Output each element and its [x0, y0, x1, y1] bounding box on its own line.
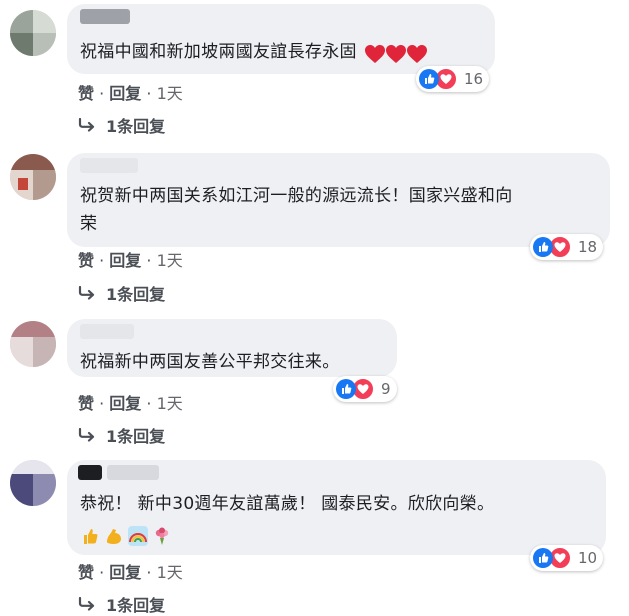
separator: · — [99, 394, 110, 413]
reply-button[interactable]: 回复 — [109, 563, 141, 582]
replies-label: 1条回复 — [106, 427, 166, 446]
reply-arrow-icon — [78, 428, 95, 442]
replies-label: 1条回复 — [106, 285, 166, 304]
separator: · — [146, 84, 157, 103]
like-button[interactable]: 赞 — [78, 394, 94, 413]
emoji-row — [80, 526, 172, 546]
reaction-count: 10 — [578, 549, 598, 567]
replies-label: 1条回复 — [106, 596, 166, 615]
red-heart-icon — [364, 44, 385, 63]
comment-actions: 赞 · 回复 · 1天 — [78, 247, 183, 271]
reaction-count: 16 — [464, 70, 484, 88]
view-replies-button[interactable]: 1条回复 — [78, 592, 165, 616]
separator: · — [99, 251, 110, 270]
comment-bubble: 祝福新中两国友善公平邦交往来。 — [67, 319, 397, 377]
commenter-name-redacted[interactable] — [80, 324, 134, 339]
avatar[interactable] — [10, 321, 56, 367]
reply-button[interactable]: 回复 — [109, 84, 141, 103]
separator: · — [99, 84, 110, 103]
like-button[interactable]: 赞 — [78, 84, 94, 103]
timestamp[interactable]: 1天 — [157, 563, 183, 582]
separator: · — [99, 563, 110, 582]
commenter-name-redacted[interactable] — [80, 158, 138, 173]
comment-bubble: 祝贺新中两国关系如江河一般的源远流长！国家兴盛和向 荣 — [67, 153, 610, 247]
reply-button[interactable]: 回复 — [109, 394, 141, 413]
like-reaction-icon — [533, 237, 553, 257]
comment-actions: 赞 · 回复 · 1天 — [78, 80, 183, 104]
commenter-name-redacted[interactable] — [80, 9, 130, 24]
like-button[interactable]: 赞 — [78, 251, 94, 270]
like-button[interactable]: 赞 — [78, 563, 94, 582]
timestamp[interactable]: 1天 — [157, 394, 183, 413]
flexed-biceps-emoji-icon — [107, 529, 121, 544]
avatar[interactable] — [10, 10, 56, 56]
reaction-count: 18 — [578, 238, 598, 256]
avatar[interactable] — [10, 154, 56, 200]
view-replies-button[interactable]: 1条回复 — [78, 423, 165, 447]
avatar[interactable] — [10, 460, 56, 506]
view-replies-button[interactable]: 1条回复 — [78, 281, 165, 305]
commenter-name-redacted[interactable] — [78, 465, 102, 480]
reaction-summary[interactable]: 18 — [530, 234, 604, 260]
bouquet-emoji-icon — [155, 527, 169, 545]
replies-label: 1条回复 — [106, 117, 166, 136]
comment-bubble: 祝福中國和新加坡兩國友誼長存永固 — [67, 4, 495, 74]
view-replies-button[interactable]: 1条回复 — [78, 113, 165, 137]
commenter-name-redacted-2[interactable] — [107, 465, 159, 480]
comment-bubble: 恭祝！ 新中30週年友誼萬歲！ 國泰民安。欣欣向榮。 — [67, 460, 606, 555]
rainbow-emoji-icon — [128, 526, 148, 546]
reaction-count: 9 — [381, 380, 391, 398]
reply-arrow-icon — [78, 286, 95, 300]
reaction-summary[interactable]: 10 — [530, 545, 604, 571]
comment-text-line-1: 祝贺新中两国关系如江河一般的源远流长！国家兴盛和向 — [80, 186, 513, 206]
separator: · — [146, 251, 157, 270]
reaction-summary[interactable]: 16 — [416, 66, 490, 92]
like-reaction-icon — [419, 69, 439, 89]
thumbs-up-emoji-icon — [84, 529, 98, 544]
red-heart-icon — [385, 44, 406, 63]
reply-arrow-icon — [78, 118, 95, 132]
reply-arrow-icon — [78, 597, 95, 611]
reply-button[interactable]: 回复 — [109, 251, 141, 270]
comment-text: 祝福新中两国友善公平邦交往来。 — [80, 352, 340, 372]
like-reaction-icon — [533, 548, 553, 568]
separator: · — [146, 563, 157, 582]
comment-text: 恭祝！ 新中30週年友誼萬歲！ 國泰民安。欣欣向榮。 — [80, 494, 495, 514]
comment-actions: 赞 · 回复 · 1天 — [78, 390, 183, 414]
reaction-summary[interactable]: 9 — [333, 376, 397, 402]
timestamp[interactable]: 1天 — [157, 84, 183, 103]
comment-actions: 赞 · 回复 · 1天 — [78, 559, 183, 583]
timestamp[interactable]: 1天 — [157, 251, 183, 270]
comment-text-line-2: 荣 — [80, 214, 98, 234]
separator: · — [146, 394, 157, 413]
red-heart-icon — [406, 44, 427, 63]
heart-emoji-group — [364, 40, 428, 68]
comment-text: 祝福中國和新加坡兩國友誼長存永固 — [80, 42, 357, 62]
like-reaction-icon — [336, 379, 356, 399]
